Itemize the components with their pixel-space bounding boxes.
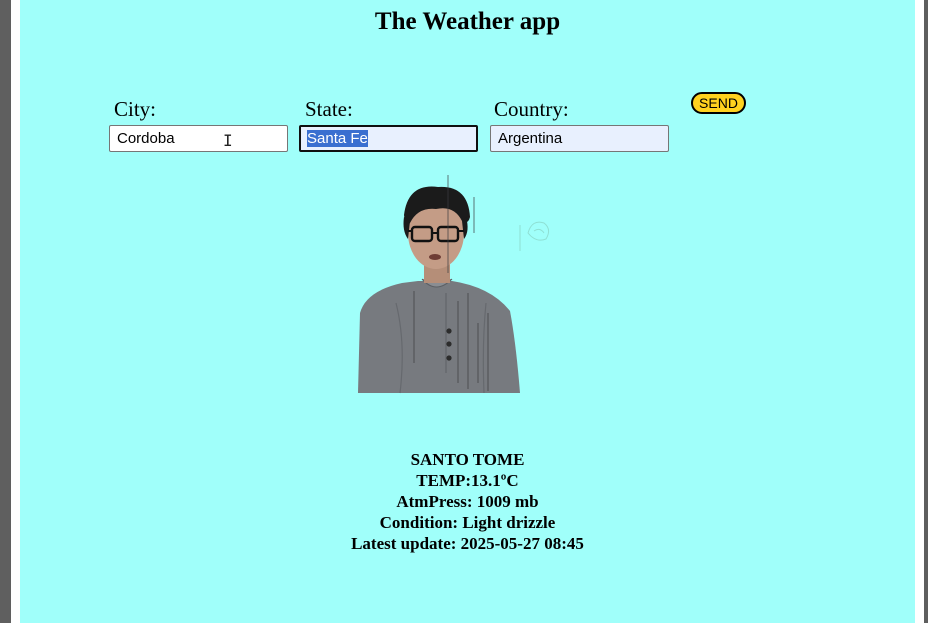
page-right-margin <box>915 0 924 623</box>
window-right-edge <box>924 0 928 623</box>
country-input-value: Argentina <box>498 130 563 147</box>
page-title: The Weather app <box>374 8 561 35</box>
weather-condition: Condition: Light drizzle <box>379 513 556 532</box>
latest-update: Latest update: 2025-05-27 08:45 <box>351 534 584 553</box>
page-left-margin <box>11 0 20 623</box>
country-input[interactable]: Argentina <box>490 125 669 152</box>
weather-app: The Weather app City: State: Country: Co… <box>20 0 915 623</box>
temperature: TEMP:13.1ºC <box>416 471 519 490</box>
city-input[interactable]: Cordoba <box>109 125 288 152</box>
weather-info: SANTO TOME TEMP:13.1ºC AtmPress: 1009 mb… <box>20 449 915 554</box>
state-input[interactable]: Santa Fe <box>299 125 478 152</box>
text-cursor-icon: I <box>223 131 233 150</box>
atmospheric-pressure: AtmPress: 1009 mb <box>396 492 539 511</box>
city-label: City: <box>114 97 157 121</box>
country-label: Country: <box>494 97 569 121</box>
weather-person-image <box>358 175 550 394</box>
send-button[interactable]: SEND <box>691 92 746 114</box>
state-label: State: <box>305 97 353 121</box>
city-input-value: Cordoba <box>117 130 175 147</box>
location-name: SANTO TOME <box>410 450 525 469</box>
window-left-edge <box>0 0 11 623</box>
state-input-value: Santa Fe <box>307 130 368 147</box>
